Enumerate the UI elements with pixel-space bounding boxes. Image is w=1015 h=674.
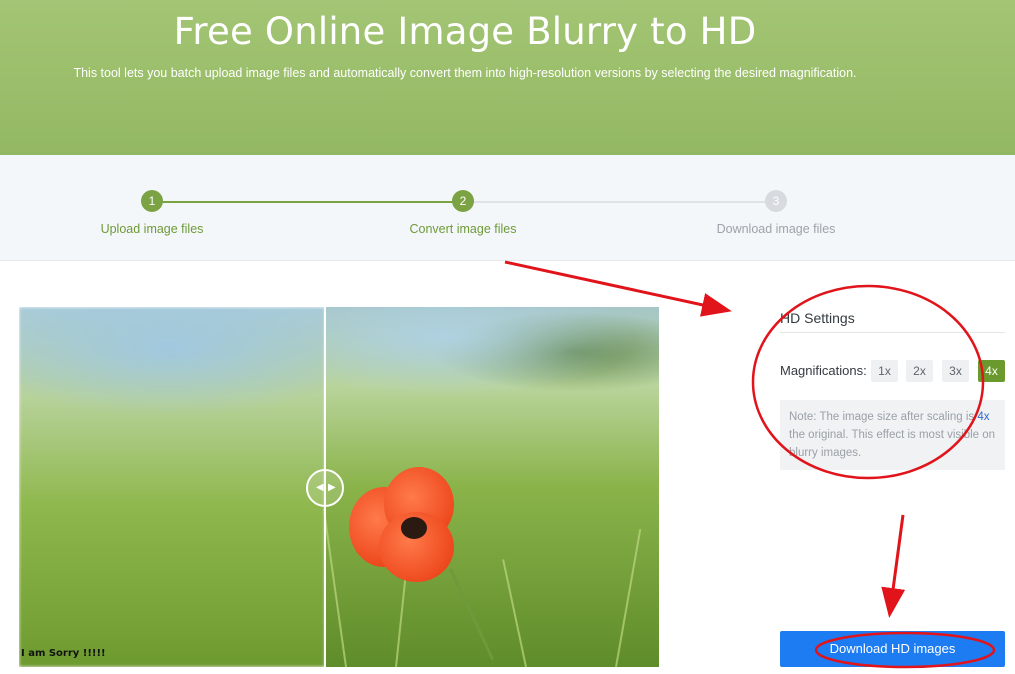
magnification-1x-button[interactable]: 1x bbox=[871, 360, 898, 382]
grass-blade bbox=[502, 559, 527, 667]
compare-slider-handle[interactable]: ◀ ▶ bbox=[306, 469, 344, 507]
hero-banner: Free Online Image Blurry to HD This tool… bbox=[0, 0, 1015, 155]
step-upload: 1 Upload image files bbox=[52, 190, 252, 236]
annotation-arrow-to-settings bbox=[504, 260, 732, 317]
step-number: 1 bbox=[141, 190, 163, 212]
step-label: Download image files bbox=[716, 222, 836, 236]
progress-steps: 1 Upload image files 2 Convert image fil… bbox=[0, 155, 1015, 261]
step-number: 3 bbox=[765, 190, 787, 212]
step-download: 3 Download image files bbox=[676, 190, 876, 236]
chevron-left-icon: ◀ bbox=[316, 482, 324, 493]
poppy-flower bbox=[349, 467, 459, 587]
step-label: Convert image files bbox=[409, 222, 517, 236]
poppy-center bbox=[401, 517, 427, 539]
step-number: 2 bbox=[452, 190, 474, 212]
magnification-3x-button[interactable]: 3x bbox=[942, 360, 969, 382]
settings-title: HD Settings bbox=[780, 300, 1005, 333]
magnification-2x-button[interactable]: 2x bbox=[906, 360, 933, 382]
magnification-selector: Magnifications: 1x 2x 3x 4x bbox=[780, 360, 1005, 382]
page: Free Online Image Blurry to HD This tool… bbox=[0, 0, 1015, 674]
image-compare-preview[interactable]: ◀ ▶ I am Sorry !!!!! bbox=[19, 307, 659, 667]
download-hd-images-button[interactable]: Download HD images bbox=[780, 631, 1005, 667]
grass-blade bbox=[322, 508, 347, 667]
original-image-blurry bbox=[19, 307, 325, 667]
annotation-arrow-to-download bbox=[881, 514, 906, 618]
note-highlight: 4x bbox=[977, 411, 990, 423]
hd-settings-panel: HD Settings Magnifications: 1x 2x 3x 4x … bbox=[780, 300, 1005, 470]
step-label: Upload image files bbox=[100, 222, 204, 236]
note-prefix: Note: The image size after scaling is bbox=[789, 411, 975, 423]
magnifications-label: Magnifications: bbox=[780, 363, 867, 378]
scaling-note: Note: The image size after scaling is 4x… bbox=[780, 400, 1005, 470]
page-title: Free Online Image Blurry to HD bbox=[173, 10, 757, 53]
note-suffix: the original. This effect is most visibl… bbox=[789, 429, 996, 459]
image-watermark-text: I am Sorry !!!!! bbox=[21, 648, 106, 659]
chevron-right-icon: ▶ bbox=[328, 482, 336, 493]
step-convert: 2 Convert image files bbox=[363, 190, 563, 236]
grass-blade bbox=[615, 528, 642, 667]
magnification-4x-button[interactable]: 4x bbox=[978, 360, 1005, 382]
page-subtitle: This tool lets you batch upload image fi… bbox=[73, 66, 857, 80]
